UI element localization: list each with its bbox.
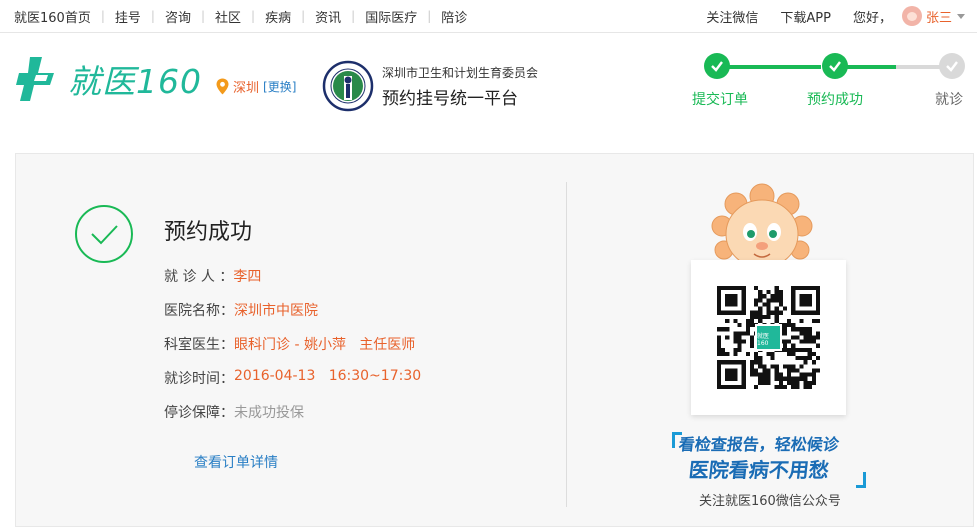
nav-separator: | — [150, 9, 155, 23]
chevron-down-icon[interactable] — [957, 13, 965, 19]
step-label-visit: 就诊 — [935, 92, 963, 108]
nav-separator: | — [251, 9, 256, 23]
nav-international[interactable]: 国际医疗 — [365, 7, 417, 26]
username-link[interactable]: 张三 — [926, 7, 952, 26]
bracket-decoration — [856, 472, 866, 488]
nav-separator: | — [200, 9, 205, 23]
qr-logo-icon: 就医160 — [755, 324, 782, 351]
success-check-icon — [75, 205, 133, 263]
nav-separator: | — [301, 9, 306, 23]
nav-news[interactable]: 资讯 — [315, 7, 341, 26]
nav-home[interactable]: 就医160首页 — [14, 7, 91, 26]
hospital-row: 医院名称： 深圳市中医院 — [164, 300, 318, 320]
follow-account-caption: 关注就医160微信公众号 — [699, 494, 841, 509]
nav-community[interactable]: 社区 — [215, 7, 241, 26]
org-name: 深圳市卫生和计划生育委员会 — [382, 65, 539, 80]
nav-disease[interactable]: 疾病 — [265, 7, 291, 26]
row-label: 科室医生： — [164, 337, 234, 353]
promo-slogan-line2: 医院看病不用愁 — [687, 458, 831, 482]
row-value: 2016-04-13 16:30~17:30 — [234, 368, 422, 384]
row-label: 就 诊 人 ： — [164, 269, 234, 285]
progress-steps: 提交订单 预约成功 就诊 — [692, 53, 970, 123]
top-nav: 就医160首页 | 挂号 | 咨询 | 社区 | 疾病 | 资讯 | 国际医疗 … — [14, 0, 467, 32]
row-label: 停诊保障： — [164, 405, 234, 421]
result-title: 预约成功 — [164, 220, 253, 245]
insurance-row: 停诊保障： 未成功投保 — [164, 402, 304, 422]
qr-logo-text: 就医160 — [757, 333, 770, 347]
org-text: 深圳市卫生和计划生育委员会 预约挂号统一平台 — [382, 64, 538, 109]
org-badge: 深圳市卫生和计划生育委员会 预约挂号统一平台 — [322, 60, 538, 112]
city-name: 深圳 — [233, 81, 260, 96]
header: 就医160 深圳 [更换] 深圳市卫生和计划生育委员会 预约挂号统一平台 提交订… — [0, 33, 977, 151]
platform-name: 预约挂号统一平台 — [382, 88, 518, 109]
medical-cross-logo-icon — [16, 57, 54, 101]
step-2-check-icon — [822, 53, 848, 79]
step-1-check-icon — [704, 53, 730, 79]
greeting-text: 您好， — [852, 10, 892, 26]
department-doctor-row: 科室医生： 眼科门诊 - 姚小萍 主任医师 — [164, 334, 415, 354]
top-right-links: 关注微信 下载APP 您好， 张三 — [684, 0, 965, 32]
nav-register[interactable]: 挂号 — [115, 7, 141, 26]
step-3-check-icon — [939, 53, 965, 79]
step-line-done — [846, 65, 896, 69]
patient-row: 就 诊 人 ： 李四 — [164, 266, 261, 286]
row-value: 眼科门诊 - 姚小萍 主任医师 — [234, 337, 416, 353]
row-label: 医院名称： — [164, 303, 234, 319]
location-pin-icon — [216, 78, 229, 95]
view-order-detail-link[interactable]: 查看订单详情 — [194, 452, 278, 472]
row-value: 李四 — [233, 269, 262, 285]
step-label-submit: 提交订单 — [692, 92, 748, 108]
nav-separator: | — [427, 9, 432, 23]
qr-code-card: 就医160 — [691, 260, 846, 415]
health-commission-seal-icon — [322, 60, 374, 112]
site-logo[interactable]: 就医160 — [14, 55, 202, 103]
follow-wechat-link[interactable]: 关注微信 — [706, 7, 758, 26]
promo-slogan-line1: 看检查报告，轻松候诊 — [677, 435, 840, 454]
nav-escort[interactable]: 陪诊 — [441, 7, 467, 26]
visit-time-row: 就诊时间： 2016-04-13 16:30~17:30 — [164, 368, 421, 388]
row-value: 深圳市中医院 — [234, 303, 318, 319]
result-card: 预约成功 就 诊 人 ： 李四 医院名称： 深圳市中医院 科室医生： 眼科门诊 … — [15, 153, 974, 527]
divider — [566, 182, 567, 507]
logo-text: 就医160 — [68, 62, 202, 101]
step-label-success: 预约成功 — [807, 92, 863, 108]
city-selector: 深圳 [更换] — [216, 77, 296, 96]
top-bar: 就医160首页 | 挂号 | 咨询 | 社区 | 疾病 | 资讯 | 国际医疗 … — [0, 0, 977, 33]
nav-consult[interactable]: 咨询 — [165, 7, 191, 26]
row-label: 就诊时间： — [164, 371, 234, 387]
nav-separator: | — [100, 9, 105, 23]
avatar[interactable] — [901, 6, 922, 26]
nav-separator: | — [351, 9, 356, 23]
change-city-link[interactable]: [更换] — [263, 78, 296, 95]
step-line-done — [717, 65, 821, 69]
download-app-link[interactable]: 下载APP — [780, 7, 831, 26]
row-value: 未成功投保 — [234, 405, 304, 421]
